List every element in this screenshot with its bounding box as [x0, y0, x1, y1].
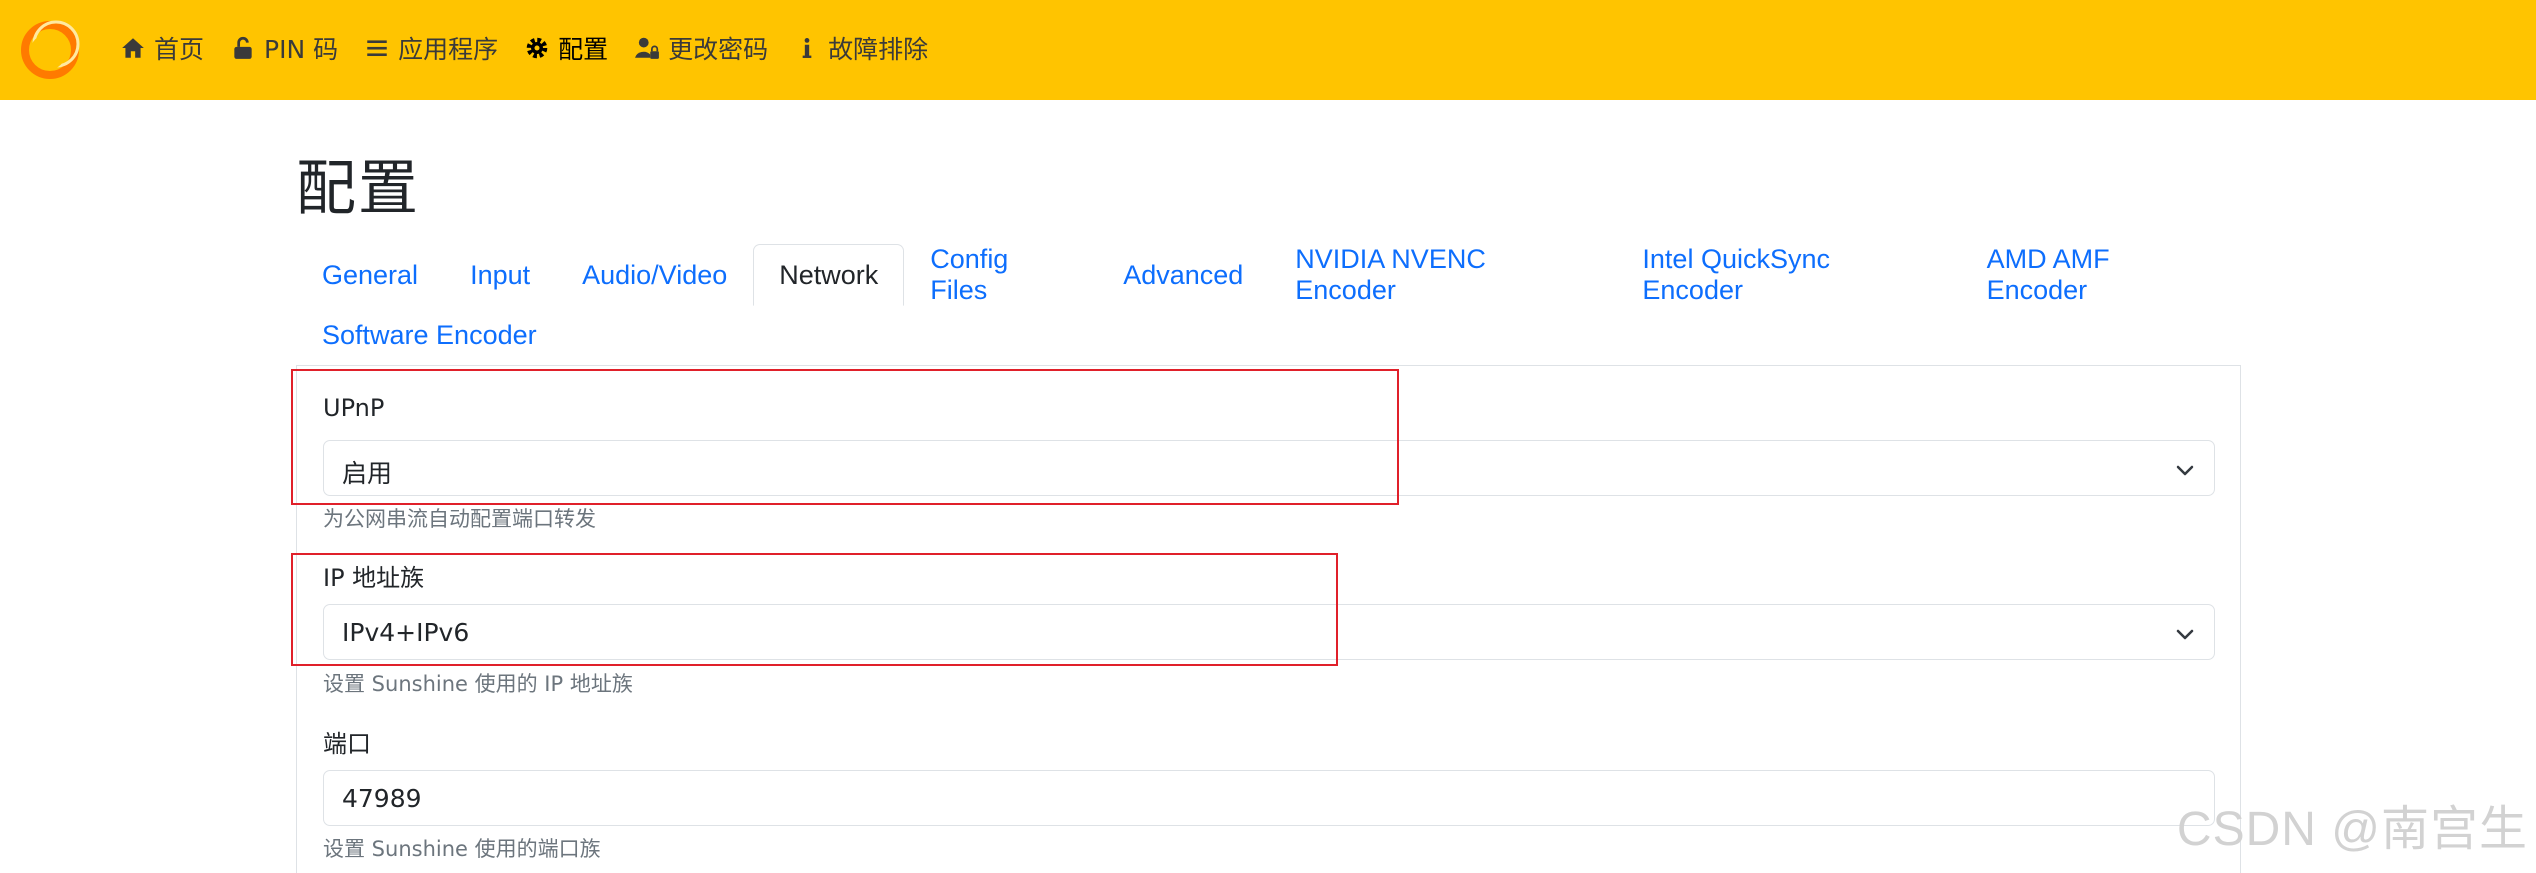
chevron-down-icon — [2174, 459, 2196, 481]
nav-password-label: 更改密码 — [668, 35, 769, 64]
port-input-value: 47989 — [342, 784, 422, 813]
nav-password[interactable]: 更改密码 — [634, 30, 768, 66]
nav-troubleshoot[interactable]: 故障排除 — [794, 30, 928, 66]
lock-open-icon — [230, 35, 256, 61]
watermark: CSDN @南宫生 — [2176, 803, 2528, 856]
tab-advanced[interactable]: Advanced — [1097, 244, 1269, 306]
nav-apps-label: 应用程序 — [398, 35, 499, 64]
highlight-box-upnp — [291, 369, 1399, 505]
nav-config[interactable]: 配置 — [524, 30, 608, 66]
nav-home-label: 首页 — [154, 35, 205, 64]
tab-general[interactable]: General — [296, 244, 444, 306]
page-title: 配置 — [296, 154, 420, 224]
gear-icon — [524, 35, 550, 61]
tab-nvidia-nvenc[interactable]: NVIDIA NVENC Encoder — [1269, 244, 1616, 306]
user-lock-icon — [634, 35, 660, 61]
tab-software-encoder[interactable]: Software Encoder — [296, 319, 563, 352]
navbar: 首页 PIN 码 应用程序 配置 更改密码 故障排除 — [0, 0, 2536, 100]
nav-pin[interactable]: PIN 码 — [230, 30, 338, 66]
list-icon — [364, 35, 390, 61]
port-input[interactable]: 47989 — [323, 770, 2215, 826]
config-tabs: General Input Audio/Video Network Config… — [296, 244, 2241, 364]
nav-config-label: 配置 — [558, 35, 609, 64]
highlight-box-address-family — [291, 553, 1338, 666]
tab-network[interactable]: Network — [753, 244, 905, 306]
port-label: 端口 — [323, 730, 371, 758]
nav-troubleshoot-label: 故障排除 — [828, 35, 929, 64]
tab-input[interactable]: Input — [444, 244, 556, 306]
tab-intel-quicksync[interactable]: Intel QuickSync Encoder — [1616, 244, 1960, 306]
nav-apps[interactable]: 应用程序 — [364, 30, 498, 66]
nav-pin-label: PIN 码 — [264, 35, 339, 64]
upnp-help: 为公网串流自动配置端口转发 — [323, 507, 596, 531]
tab-audio-video[interactable]: Audio/Video — [556, 244, 753, 306]
info-icon — [794, 35, 820, 61]
nav-home[interactable]: 首页 — [120, 30, 204, 66]
port-help: 设置 Sunshine 使用的端口族 — [323, 837, 601, 861]
tab-amd-amf[interactable]: AMD AMF Encoder — [1961, 244, 2241, 306]
home-icon — [120, 35, 146, 61]
tab-config-files[interactable]: Config Files — [904, 244, 1097, 306]
sunshine-logo[interactable] — [20, 14, 86, 80]
address-family-help: 设置 Sunshine 使用的 IP 地址族 — [323, 672, 633, 696]
chevron-down-icon — [2174, 623, 2196, 645]
